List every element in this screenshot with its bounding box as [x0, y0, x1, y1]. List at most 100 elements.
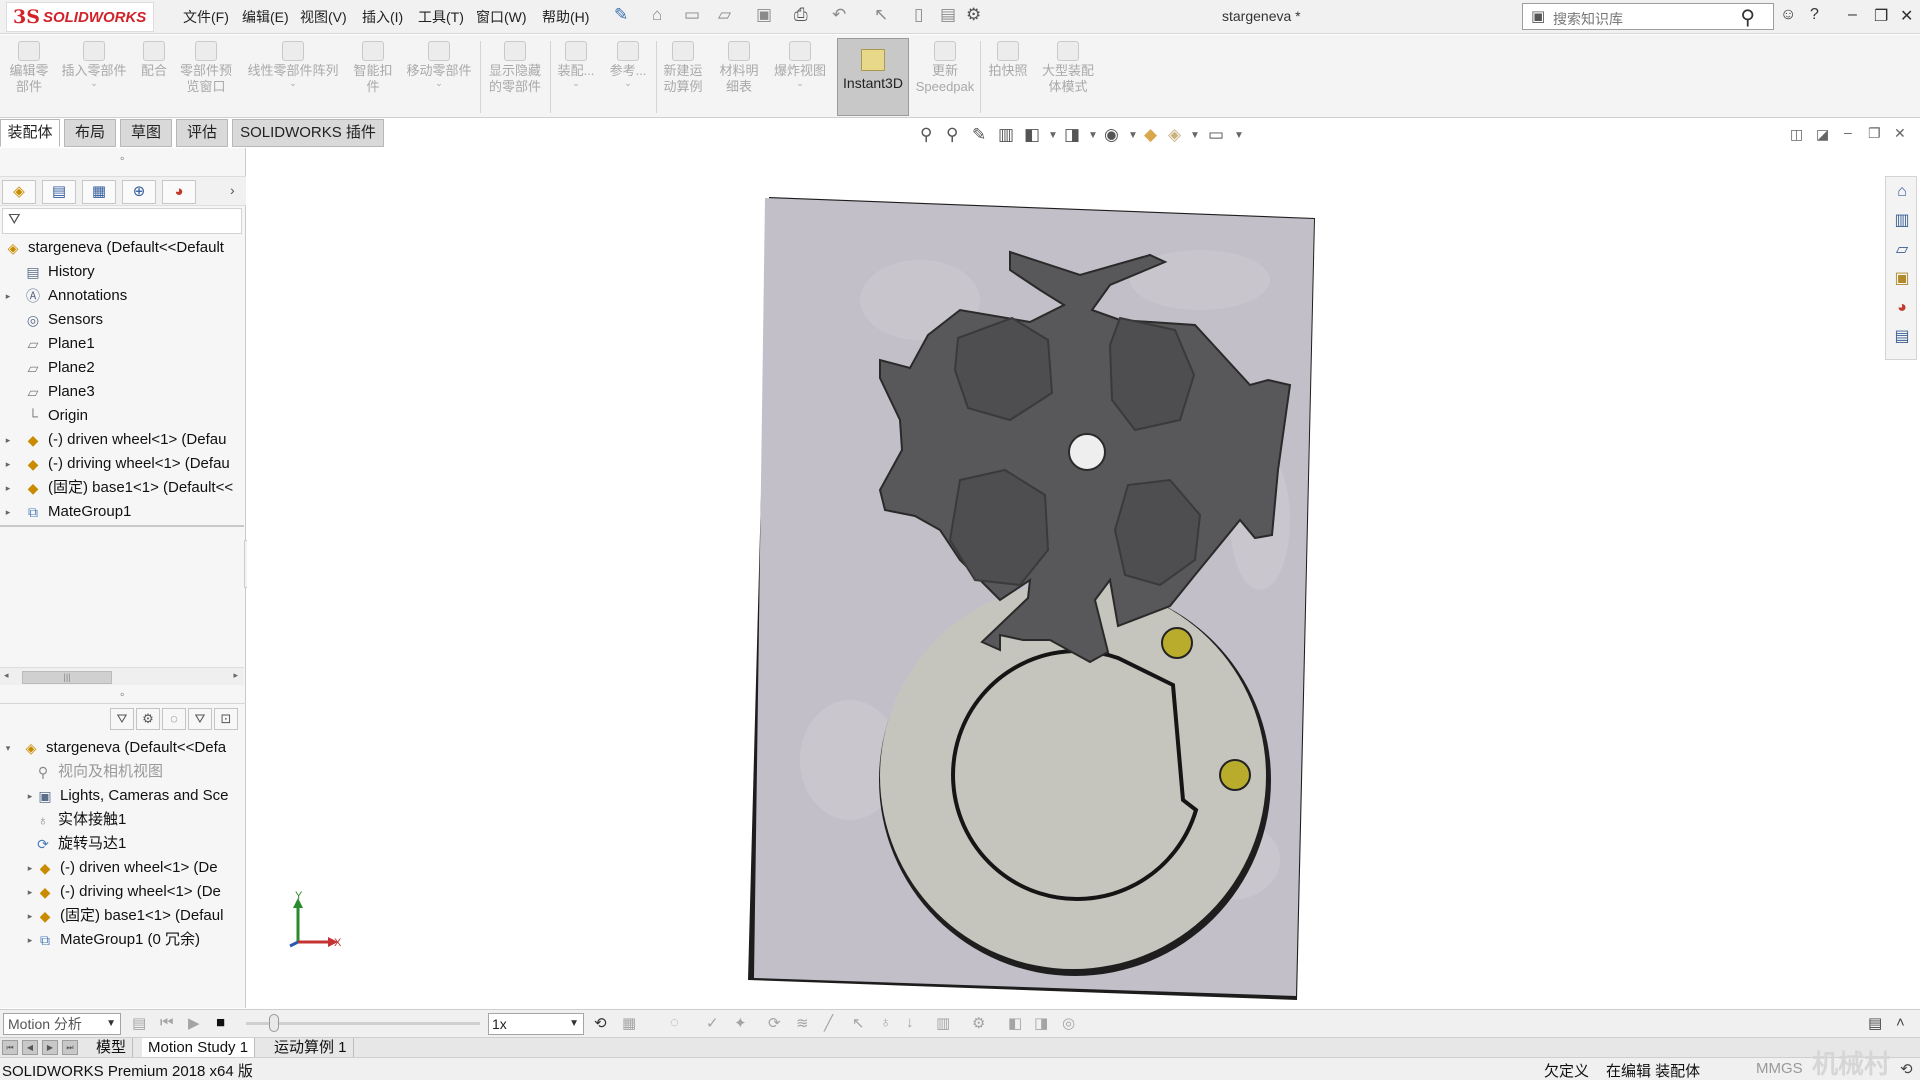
tab-layout[interactable]: 布局: [64, 119, 116, 147]
component-preview-button[interactable]: 零部件预 览窗口: [176, 41, 236, 95]
filter-results-icon[interactable]: ⛛: [188, 708, 212, 730]
play-icon[interactable]: ▶: [188, 1014, 200, 1032]
stop-icon[interactable]: ■: [216, 1014, 225, 1031]
design-library-icon[interactable]: ▥: [1891, 210, 1913, 232]
expand-timeline-icon[interactable]: ◨: [1034, 1014, 1048, 1032]
smart-fasteners-button[interactable]: 智能扣件: [350, 41, 396, 95]
show-hidden-components-button[interactable]: 显示隐藏 的零部件: [484, 41, 546, 95]
edit-appearance-icon[interactable]: ◆: [1144, 125, 1157, 145]
apply-scene-icon[interactable]: ◈: [1168, 125, 1181, 145]
display-manager-tab-icon[interactable]: ◕: [162, 180, 196, 204]
appearances-scenes-icon[interactable]: ◕: [1891, 297, 1913, 319]
tree-item-plane1[interactable]: ▱ Plane1: [12, 332, 95, 356]
menu-tools[interactable]: 工具(T): [418, 7, 464, 27]
previous-view-icon[interactable]: ✎: [972, 125, 986, 145]
viewport-minimize-icon[interactable]: –: [1844, 124, 1852, 140]
tree-filter[interactable]: ⛛: [2, 208, 242, 234]
property-manager-tab-icon[interactable]: ▤: [42, 180, 76, 204]
large-assembly-mode-button[interactable]: 大型装配 体模式: [1036, 41, 1100, 95]
collapse-icon[interactable]: ▾: [2, 736, 14, 760]
tab-assembly[interactable]: 装配体: [0, 119, 60, 147]
dropdown-icon[interactable]: ⌄: [768, 79, 832, 88]
filter-animation-icon[interactable]: ⛛: [110, 708, 134, 730]
motion-item-contact[interactable]: ♁ 实体接触1: [34, 808, 127, 832]
chevron-down-icon[interactable]: ▼: [1048, 130, 1058, 141]
viewport-restore-icon[interactable]: ❐: [1868, 125, 1881, 142]
update-speedpak-button[interactable]: 更新 Speedpak: [914, 41, 976, 95]
motion-item-driven-wheel[interactable]: ▸ ◆ (-) driven wheel<1> (De: [24, 856, 218, 880]
menu-edit[interactable]: 编辑(E): [242, 7, 289, 27]
results-plots-icon[interactable]: ▥: [936, 1014, 950, 1032]
display-style-icon[interactable]: ◨: [1064, 125, 1080, 145]
horizontal-scrollbar[interactable]: ◂ ||| ▸: [0, 667, 244, 685]
restore-icon[interactable]: ❐: [1874, 6, 1888, 26]
tree-item-driving-wheel[interactable]: ▸ ◆ (-) driving wheel<1> (Defau: [2, 452, 230, 476]
tab-sketch[interactable]: 草图: [120, 119, 172, 147]
panel-splitter-handle[interactable]: ⚬: [118, 690, 126, 701]
tree-item-history[interactable]: ▤ History: [12, 260, 94, 284]
gravity-icon[interactable]: ↓: [906, 1014, 914, 1031]
previous-tab-icon[interactable]: ◀: [22, 1040, 38, 1055]
edit-component-button[interactable]: 编辑零 部件: [6, 41, 52, 95]
menu-help[interactable]: 帮助(H): [542, 7, 589, 27]
insert-components-button[interactable]: 插入零部件 ⌄: [58, 41, 130, 88]
panel-splitter-handle[interactable]: ⚬: [118, 154, 126, 165]
timeline-slider-thumb[interactable]: [269, 1014, 279, 1032]
search-icon[interactable]: ⚲: [1740, 5, 1755, 30]
motion-item-mategroup[interactable]: ▸ ⧉ MateGroup1 (0 冗余): [24, 928, 200, 952]
close-icon[interactable]: ✕: [1900, 6, 1913, 26]
exploded-view-button[interactable]: 爆炸视图 ⌄: [768, 41, 832, 88]
viewport-tile-right-icon[interactable]: ◪: [1816, 126, 1829, 143]
dropdown-icon[interactable]: ⌄: [554, 79, 598, 88]
zoom-to-area-icon[interactable]: ⚲: [946, 125, 958, 145]
tree-item-sensors[interactable]: ◎ Sensors: [12, 308, 103, 332]
expand-icon[interactable]: ▸: [2, 428, 14, 452]
dropdown-icon[interactable]: ⌄: [242, 79, 344, 88]
tree-item-mategroup[interactable]: ▸ ⧉ MateGroup1: [2, 500, 132, 524]
next-tab-icon[interactable]: ▶: [42, 1040, 58, 1055]
viewport-tile-left-icon[interactable]: ◫: [1790, 126, 1803, 143]
tree-item-origin[interactable]: └ Origin: [12, 404, 88, 428]
dropdown-icon[interactable]: ⌄: [606, 79, 650, 88]
move-component-button[interactable]: 移动零部件 ⌄: [402, 41, 476, 88]
view-orientation-icon[interactable]: ◧: [1024, 125, 1040, 145]
expand-icon[interactable]: ▸: [2, 500, 14, 524]
minimize-icon[interactable]: –: [1848, 6, 1857, 24]
solidworks-resources-home-icon[interactable]: ⌂: [1891, 181, 1913, 203]
add-key-icon[interactable]: ✦: [734, 1014, 747, 1032]
rebuild-icon[interactable]: ▯: [914, 5, 923, 25]
tab-motion-example-1[interactable]: 运动算例 1: [268, 1038, 354, 1058]
feature-manager-tab-icon[interactable]: ◈: [2, 180, 36, 204]
print-icon[interactable]: ⎙: [794, 5, 808, 25]
dropdown-icon[interactable]: ⌄: [402, 79, 476, 88]
menu-insert[interactable]: 插入(I): [362, 7, 403, 27]
collapse-timeline-icon[interactable]: ◧: [1008, 1014, 1022, 1032]
motion-item-rotary-motor[interactable]: ⟳ 旋转马达1: [34, 832, 126, 856]
motion-item-driving-wheel[interactable]: ▸ ◆ (-) driving wheel<1> (De: [24, 880, 221, 904]
expand-icon[interactable]: ▸: [2, 284, 14, 308]
tree-item-plane3[interactable]: ▱ Plane3: [12, 380, 95, 404]
expand-icon[interactable]: ▸: [2, 476, 14, 500]
menu-window[interactable]: 窗口(W): [476, 7, 527, 27]
help-icon[interactable]: ?: [1810, 6, 1819, 24]
force-icon[interactable]: ↖: [852, 1014, 865, 1032]
open-icon[interactable]: ▱: [718, 5, 731, 25]
geneva-mechanism-model[interactable]: Y X: [247, 148, 1885, 1008]
motion-item-lights[interactable]: ▸ ▣ Lights, Cameras and Sce: [24, 784, 229, 808]
autokey-icon[interactable]: ⊡: [214, 708, 238, 730]
solidworks-logo[interactable]: 3S SOLIDWORKS: [6, 2, 154, 32]
file-properties-icon[interactable]: ▤: [940, 5, 956, 25]
tree-item-annotations[interactable]: ▸ Ⓐ Annotations: [2, 284, 128, 308]
expand-icon[interactable]: ▸: [24, 928, 36, 952]
view-settings-icon[interactable]: ▭: [1208, 125, 1224, 145]
user-icon[interactable]: ☺: [1780, 6, 1796, 24]
tab-evaluate[interactable]: 评估: [176, 119, 228, 147]
bill-of-materials-button[interactable]: 材料明 细表: [714, 41, 764, 95]
motion-study-properties-icon[interactable]: ⚙: [972, 1014, 985, 1032]
reference-geometry-button[interactable]: 参考... ⌄: [606, 41, 650, 88]
pin-icon[interactable]: ✎: [614, 5, 628, 25]
zoom-to-fit-icon[interactable]: ⚲: [920, 125, 932, 145]
undo-icon[interactable]: ↶: [832, 5, 846, 25]
chevron-down-icon[interactable]: ▼: [1190, 130, 1200, 141]
file-explorer-icon[interactable]: ▱: [1891, 239, 1913, 261]
